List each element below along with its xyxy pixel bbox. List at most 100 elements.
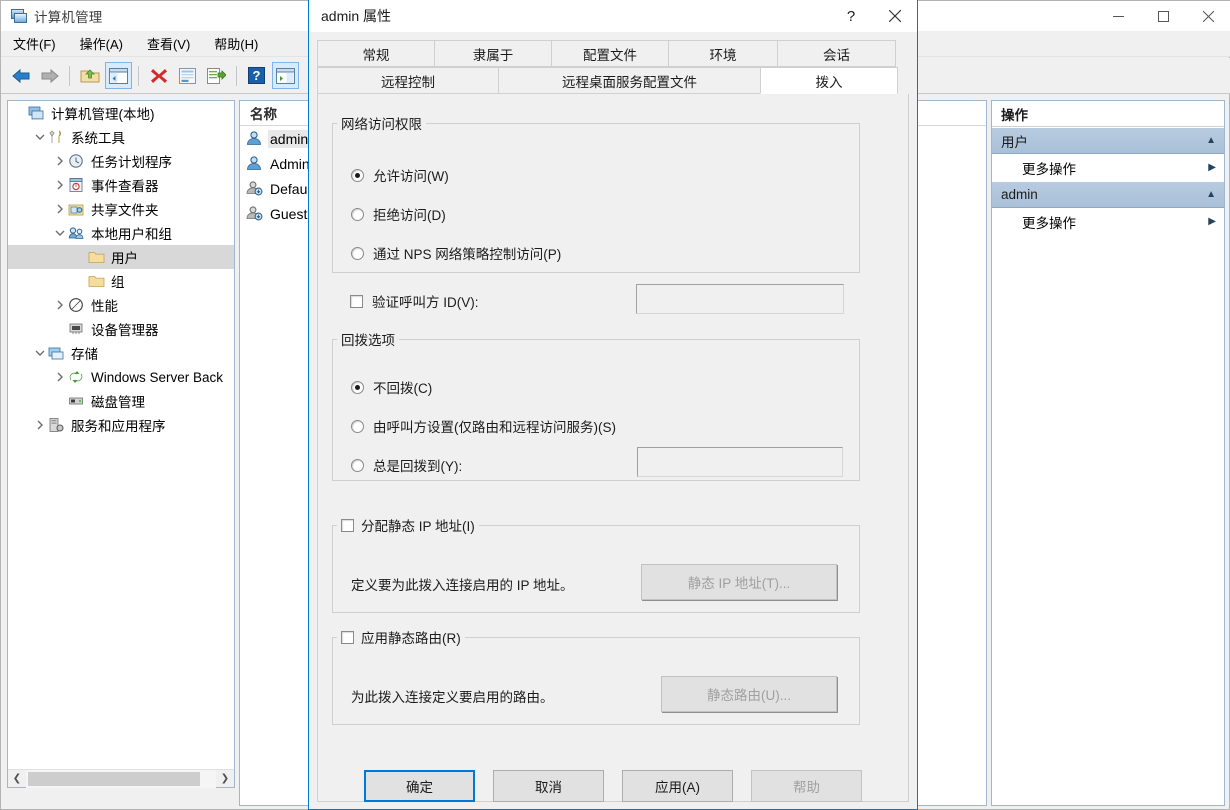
static-ip-checkbox[interactable] bbox=[341, 518, 354, 532]
twisty-placeholder bbox=[72, 273, 88, 289]
performance-icon bbox=[68, 297, 86, 313]
twisty-placeholder bbox=[12, 105, 28, 121]
close-button[interactable] bbox=[1186, 1, 1230, 31]
tree-item-11[interactable]: Windows Server Back bbox=[8, 365, 234, 389]
menu-help[interactable]: 帮助(H) bbox=[202, 31, 270, 56]
dialog-close-button[interactable] bbox=[873, 0, 917, 32]
actions-pane: 操作 用户 ▲ 更多操作 ▶ admin ▲ 更多操作 ▶ bbox=[991, 100, 1225, 806]
chevron-right-icon[interactable] bbox=[52, 153, 68, 169]
tree-item-9[interactable]: 设备管理器 bbox=[8, 317, 234, 341]
actions-more-actions-item[interactable]: 更多操作 ▶ bbox=[992, 154, 1224, 181]
dialog-tabstrip: 常规 隶属于 配置文件 环境 会话 远程控制 远程桌面服务配置文件 拨入 bbox=[309, 32, 917, 94]
tab-3[interactable]: 环境 bbox=[668, 40, 778, 67]
tree-item-label: 性能 bbox=[91, 299, 118, 314]
radio-deny-access[interactable]: 拒绝访问(D) bbox=[351, 204, 446, 224]
dialog-help-button[interactable]: ? bbox=[829, 0, 873, 32]
chevron-up-icon: ▲ bbox=[1206, 135, 1216, 146]
verify-caller-id-input[interactable] bbox=[636, 284, 844, 314]
tree-item-label: 本地用户和组 bbox=[91, 227, 172, 242]
tab-dialin-1[interactable]: 远程桌面服务配置文件 bbox=[498, 67, 761, 94]
tree-item-7[interactable]: 组 bbox=[8, 269, 234, 293]
chevron-down-icon[interactable] bbox=[32, 129, 48, 145]
static-routes-button[interactable]: 静态路由(U)... bbox=[661, 676, 837, 712]
menu-view[interactable]: 查看(V) bbox=[135, 31, 202, 56]
tree-item-12[interactable]: 磁盘管理 bbox=[8, 389, 234, 413]
tree-horizontal-scrollbar[interactable]: ❮ ❯ bbox=[8, 769, 234, 788]
tab-4[interactable]: 会话 bbox=[777, 40, 896, 67]
user-name-cell: admin bbox=[268, 129, 311, 148]
scroll-right-arrow[interactable]: ❯ bbox=[216, 770, 234, 788]
tree-item-0[interactable]: 计算机管理(本地) bbox=[8, 101, 234, 125]
dialog-window-controls: ? bbox=[829, 0, 917, 32]
forward-icon[interactable] bbox=[36, 62, 63, 89]
tab-row-primary: 常规 隶属于 配置文件 环境 会话 bbox=[317, 40, 909, 67]
scroll-track[interactable] bbox=[26, 769, 216, 788]
chevron-right-icon[interactable] bbox=[52, 201, 68, 217]
tree-item-label: 任务计划程序 bbox=[91, 155, 172, 170]
static-ip-description: 定义要为此拨入连接启用的 IP 地址。 bbox=[351, 578, 574, 593]
tree-item-label: 用户 bbox=[111, 251, 138, 266]
tree-item-4[interactable]: 共享文件夹 bbox=[8, 197, 234, 221]
tree-item-8[interactable]: 性能 bbox=[8, 293, 234, 317]
actions-more-actions-item[interactable]: 更多操作 ▶ bbox=[992, 208, 1224, 235]
radio-control-via-nps[interactable]: 通过 NPS 网络策略控制访问(P) bbox=[351, 243, 561, 263]
tree-item-1[interactable]: 系统工具 bbox=[8, 125, 234, 149]
scroll-thumb[interactable] bbox=[28, 771, 200, 786]
radio-allow-access[interactable]: 允许访问(W) bbox=[351, 165, 449, 185]
ok-button[interactable]: 确定 bbox=[364, 770, 475, 802]
maximize-button[interactable] bbox=[1141, 1, 1186, 31]
export-list-icon[interactable] bbox=[203, 62, 230, 89]
minimize-button[interactable] bbox=[1096, 1, 1141, 31]
tab-0[interactable]: 常规 bbox=[317, 40, 435, 67]
tree-item-label: 组 bbox=[111, 275, 125, 290]
apply-button[interactable]: 应用(A) bbox=[622, 770, 733, 802]
always-callback-to-input[interactable] bbox=[637, 447, 843, 477]
user-disabled-icon bbox=[246, 205, 265, 222]
tab-dialin-2[interactable]: 拨入 bbox=[760, 67, 898, 94]
cancel-button[interactable]: 取消 bbox=[493, 770, 604, 802]
user-icon bbox=[246, 130, 265, 147]
verify-caller-id-checkbox[interactable]: 验证呼叫方 ID(V): bbox=[350, 291, 479, 311]
back-icon[interactable] bbox=[7, 62, 34, 89]
toolbar-separator bbox=[236, 65, 237, 86]
actions-group-header[interactable]: 用户 ▲ bbox=[992, 127, 1224, 154]
tree-scroll-area: 计算机管理(本地) 系统工具任务计划程序事件查看器 共享文件夹本地用户和组用户组性能… bbox=[8, 101, 234, 769]
chevron-right-icon[interactable] bbox=[52, 297, 68, 313]
chevron-down-icon[interactable] bbox=[32, 345, 48, 361]
radio-set-by-caller[interactable]: 由呼叫方设置(仅路由和远程访问服务)(S) bbox=[351, 416, 616, 436]
chevron-right-icon[interactable] bbox=[52, 369, 68, 385]
actions-item-label: 更多操作 bbox=[1022, 161, 1076, 177]
radio-label: 允许访问(W) bbox=[373, 169, 449, 184]
chevron-right-icon: ▶ bbox=[1208, 162, 1216, 173]
tab-1[interactable]: 隶属于 bbox=[434, 40, 552, 67]
chevron-right-icon[interactable] bbox=[52, 177, 68, 193]
tree-item-13[interactable]: 服务和应用程序 bbox=[8, 413, 234, 437]
static-ip-address-button[interactable]: 静态 IP 地址(T)... bbox=[641, 564, 837, 600]
show-hide-tree-icon[interactable] bbox=[105, 62, 132, 89]
tab-2[interactable]: 配置文件 bbox=[551, 40, 669, 67]
tree-item-label: 系统工具 bbox=[71, 131, 125, 146]
services-icon bbox=[48, 417, 66, 433]
menu-file[interactable]: 文件(F) bbox=[1, 31, 68, 56]
scroll-left-arrow[interactable]: ❮ bbox=[8, 770, 26, 788]
tree-item-10[interactable]: 存储 bbox=[8, 341, 234, 365]
delete-icon[interactable] bbox=[145, 62, 172, 89]
tree-item-3[interactable]: 事件查看器 bbox=[8, 173, 234, 197]
properties-icon[interactable] bbox=[174, 62, 201, 89]
help-icon[interactable]: ? bbox=[243, 62, 270, 89]
radio-always-callback-to[interactable]: 总是回拨到(Y): bbox=[351, 455, 462, 475]
chevron-right-icon[interactable] bbox=[32, 417, 48, 433]
tree-item-6[interactable]: 用户 bbox=[8, 245, 234, 269]
static-routes-checkbox[interactable] bbox=[341, 630, 354, 644]
actions-group-header[interactable]: admin ▲ bbox=[992, 181, 1224, 208]
user-disabled-icon bbox=[246, 180, 265, 197]
radio-no-callback[interactable]: 不回拨(C) bbox=[351, 377, 432, 397]
tree-item-2[interactable]: 任务计划程序 bbox=[8, 149, 234, 173]
chevron-down-icon[interactable] bbox=[52, 225, 68, 241]
menu-action[interactable]: 操作(A) bbox=[68, 31, 135, 56]
tree-item-5[interactable]: 本地用户和组 bbox=[8, 221, 234, 245]
up-one-level-icon[interactable] bbox=[76, 62, 103, 89]
computer-management-icon bbox=[10, 8, 27, 25]
show-hide-actions-icon[interactable] bbox=[272, 62, 299, 89]
tab-dialin-0[interactable]: 远程控制 bbox=[317, 67, 499, 94]
